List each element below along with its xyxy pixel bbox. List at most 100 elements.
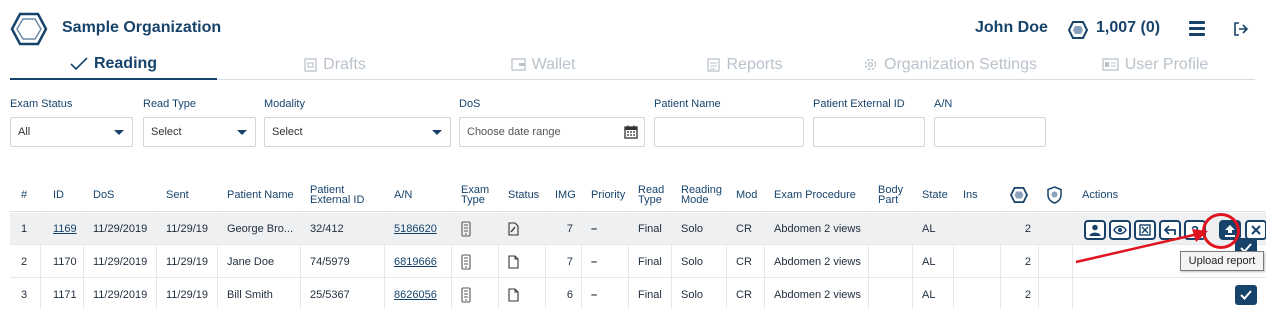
cell-exam-procedure: Abdomen 2 views bbox=[774, 256, 861, 268]
chevron-down-icon bbox=[237, 130, 247, 135]
cell-credits: 2 bbox=[1024, 256, 1031, 268]
cell-read-type: Final bbox=[638, 256, 662, 268]
col-id[interactable]: ID bbox=[53, 178, 64, 212]
cell-patient-name: Jane Doe bbox=[227, 256, 275, 268]
exam-status-label: Exam Status bbox=[10, 98, 73, 110]
col-dos[interactable]: DoS bbox=[93, 178, 114, 212]
header-line: Part bbox=[878, 194, 899, 206]
cell-dos: 11/29/2019 bbox=[93, 289, 148, 301]
tab-wallet[interactable]: Wallet bbox=[488, 50, 598, 79]
col-patient-external-id[interactable]: Patient External ID bbox=[310, 178, 364, 212]
col-patient-name[interactable]: Patient Name bbox=[227, 178, 294, 212]
cell-patient-external-id: 25/5367 bbox=[310, 289, 350, 301]
tab-organization-settings[interactable]: Organization Settings bbox=[850, 50, 1050, 79]
read-type-select[interactable]: Select bbox=[143, 117, 256, 147]
cell-img: 7 bbox=[566, 223, 573, 235]
gear-icon bbox=[864, 58, 877, 71]
status-new-icon bbox=[508, 279, 519, 310]
cell-mod: CR bbox=[736, 289, 752, 301]
logout-icon[interactable] bbox=[1233, 21, 1249, 37]
exam-status-value: All bbox=[18, 126, 31, 138]
col-an[interactable]: A/N bbox=[394, 178, 412, 212]
table-row[interactable]: 3 1171 11/29/2019 11/29/19 Bill Smith 25… bbox=[10, 279, 1266, 310]
tab-label: Wallet bbox=[531, 55, 576, 73]
filter-bar: Exam Status All Read Type Select Modalit… bbox=[0, 96, 1266, 152]
cell-credits: 2 bbox=[1024, 223, 1031, 235]
col-ins[interactable]: Ins bbox=[963, 178, 978, 212]
tab-label: Organization Settings bbox=[884, 55, 1037, 73]
cell-exam-procedure: Abdomen 2 views bbox=[774, 223, 861, 235]
cell-patient-external-id: 74/5979 bbox=[310, 256, 350, 268]
read-type-value: Select bbox=[151, 126, 182, 138]
annotation-highlight-circle bbox=[1202, 213, 1240, 249]
tab-reading[interactable]: Reading bbox=[10, 50, 217, 80]
col-read-type[interactable]: Read Type bbox=[638, 178, 664, 212]
id-card-icon bbox=[1102, 58, 1119, 71]
col-reading-mode[interactable]: Reading Mode bbox=[681, 178, 722, 212]
cell-state: AL bbox=[922, 289, 936, 301]
main-tabs: Reading Drafts Wallet Reports Organizati… bbox=[10, 50, 1255, 80]
patient-external-id-input[interactable] bbox=[813, 117, 925, 147]
calendar-icon[interactable] bbox=[624, 125, 638, 139]
credits-icon bbox=[1010, 187, 1028, 203]
modality-select[interactable]: Select bbox=[264, 117, 451, 147]
tab-label: Reading bbox=[93, 55, 158, 72]
tab-label: Reports bbox=[726, 55, 783, 73]
tab-reports[interactable]: Reports bbox=[690, 50, 800, 79]
cell-an-link[interactable]: 8626056 bbox=[394, 279, 437, 310]
exam-status-select[interactable]: All bbox=[10, 117, 133, 147]
cell-reading-mode: Solo bbox=[681, 223, 704, 235]
col-exam-type[interactable]: Exam Type bbox=[461, 178, 489, 212]
cell-img: 7 bbox=[566, 256, 573, 268]
check-icon bbox=[70, 57, 88, 71]
col-state[interactable]: State bbox=[922, 178, 948, 212]
col-body-part[interactable]: Body Part bbox=[878, 178, 903, 212]
hamburger-menu-icon[interactable] bbox=[1189, 21, 1205, 36]
cell-an-link[interactable]: 5186620 bbox=[394, 213, 437, 245]
close-button[interactable] bbox=[1245, 220, 1266, 240]
tab-user-profile[interactable]: User Profile bbox=[1090, 50, 1220, 79]
header-line: Type bbox=[461, 194, 485, 206]
cell-id: 1170 bbox=[53, 256, 77, 268]
organization-logo[interactable] bbox=[10, 10, 48, 48]
patient-name-input[interactable] bbox=[654, 117, 804, 147]
col-actions: Actions bbox=[1082, 189, 1119, 201]
tab-label: User Profile bbox=[1124, 55, 1209, 73]
an-input[interactable] bbox=[934, 117, 1046, 147]
cell-an-link[interactable]: 6819666 bbox=[394, 246, 437, 278]
cell-sent: 11/29/19 bbox=[166, 289, 209, 301]
table-header: # ID DoS Sent Patient Name Patient Exter… bbox=[10, 178, 1266, 212]
patient-external-id-label: Patient External ID bbox=[813, 98, 905, 110]
cell-patient-external-id: 32/412 bbox=[310, 223, 344, 235]
col-img[interactable]: IMG bbox=[555, 178, 576, 212]
exam-type-icon bbox=[461, 279, 471, 310]
col-mod[interactable]: Mod bbox=[736, 178, 757, 212]
header-line: Mode bbox=[681, 194, 709, 206]
user-name[interactable]: John Doe bbox=[975, 19, 1048, 37]
chevron-down-icon bbox=[114, 130, 124, 135]
col-exam-procedure[interactable]: Exam Procedure bbox=[774, 178, 856, 212]
cell-read-type: Final bbox=[638, 223, 662, 235]
read-type-label: Read Type bbox=[143, 98, 197, 110]
col-num: # bbox=[21, 189, 28, 201]
tab-drafts[interactable]: Drafts bbox=[280, 50, 390, 79]
upload-report-tooltip: Upload report bbox=[1180, 251, 1264, 271]
cell-num: 3 bbox=[21, 289, 28, 301]
col-status[interactable]: Status bbox=[508, 178, 539, 212]
cell-patient-name: George Bro... bbox=[227, 223, 294, 235]
col-sent[interactable]: Sent bbox=[166, 178, 189, 212]
cell-mod: CR bbox=[736, 256, 752, 268]
header-line: External ID bbox=[310, 194, 365, 206]
cell-dos: 11/29/2019 bbox=[93, 256, 148, 268]
cell-exam-procedure: Abdomen 2 views bbox=[774, 289, 861, 301]
cell-priority: – bbox=[591, 223, 598, 235]
credits-icon bbox=[1068, 21, 1088, 39]
accept-exam-button[interactable] bbox=[1235, 285, 1257, 305]
col-priority[interactable]: Priority bbox=[591, 178, 625, 212]
cell-reading-mode: Solo bbox=[681, 289, 704, 301]
status-draft-icon bbox=[508, 213, 519, 245]
modality-label: Modality bbox=[264, 98, 305, 110]
cell-sent: 11/29/19 bbox=[166, 223, 209, 235]
cell-id-link[interactable]: 1169 bbox=[53, 213, 77, 245]
dos-date-range-input[interactable]: Choose date range bbox=[459, 117, 645, 147]
